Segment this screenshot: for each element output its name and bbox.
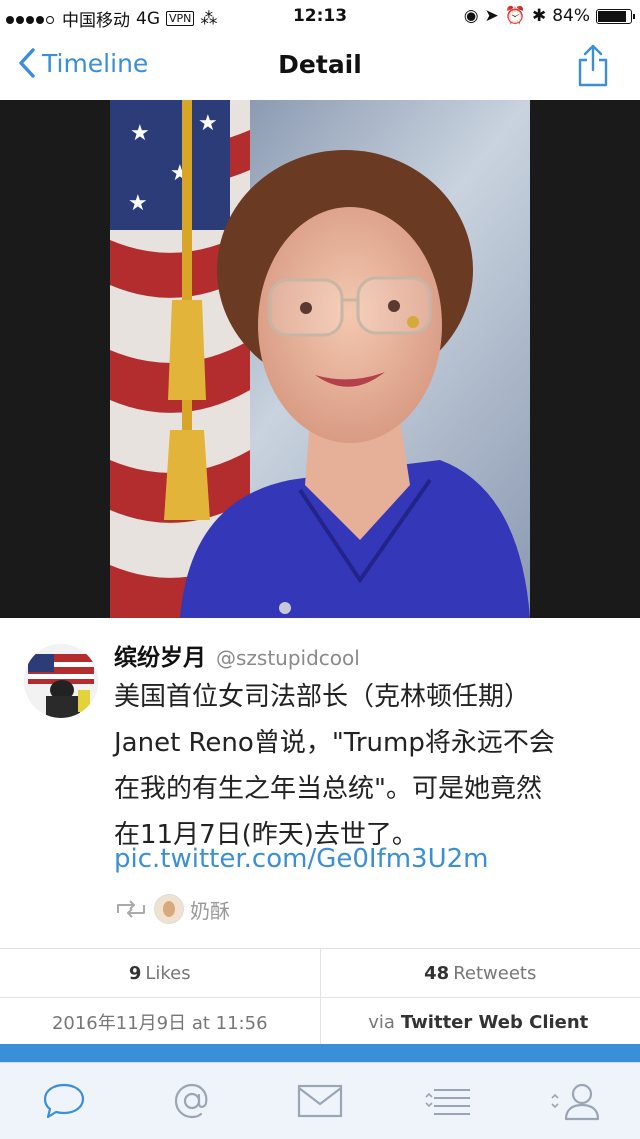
author-avatar[interactable]	[24, 644, 98, 718]
via-prefix: via	[368, 1012, 395, 1033]
navigation-bar: Timeline Detail	[0, 34, 640, 101]
tab-timeline[interactable]	[34, 1071, 94, 1131]
tweet-source: via Twitter Web Client	[320, 998, 640, 1046]
retweeted-by-row[interactable]: 奶酥	[114, 894, 230, 924]
tab-bar	[0, 1062, 640, 1139]
likes-label: Likes	[145, 963, 190, 984]
svg-text:★: ★	[128, 191, 148, 216]
tweet-stats: 9 Likes 48 Retweets 2016年11月9日 at 11:56 …	[0, 948, 640, 1045]
likes-number: 9	[129, 963, 142, 984]
tab-messages[interactable]	[290, 1071, 350, 1131]
tab-mentions[interactable]	[162, 1071, 222, 1131]
share-button[interactable]	[576, 42, 610, 92]
rotation-lock-icon: ◉	[464, 6, 479, 26]
tweet-text-line: 美国首位女司法部长（克林顿任期）	[114, 674, 624, 720]
retweet-icon	[114, 899, 148, 919]
tweet-detail-screen: 中国移动 4G VPN ⁂ 12:13 ◉ ➤ ⏰ ✱ 84% Timeline…	[0, 0, 640, 1138]
alarm-icon: ⏰	[505, 6, 526, 26]
media-viewer: ★ ★ ★ ★	[0, 100, 640, 618]
profile-icon	[550, 1081, 602, 1121]
page-title: Detail	[0, 50, 640, 79]
tab-lists[interactable]	[418, 1071, 478, 1131]
author-handle[interactable]: @szstupidcool	[216, 646, 360, 670]
retweets-number: 48	[424, 963, 449, 984]
retweeter-avatar	[154, 894, 184, 924]
envelope-icon	[297, 1084, 343, 1118]
battery-icon	[596, 9, 632, 24]
author-name[interactable]: 缤纷岁月	[114, 638, 206, 672]
tweet-card: 缤纷岁月 @szstupidcool 美国首位女司法部长（克林顿任期） Jane…	[0, 618, 640, 948]
bluetooth-icon: ✱	[532, 6, 546, 26]
tweet-photo[interactable]: ★ ★ ★ ★	[110, 100, 530, 618]
tweet-media-link[interactable]: pic.twitter.com/Ge0Ifm3U2m	[114, 844, 489, 874]
client-name: Twitter Web Client	[401, 1012, 588, 1033]
action-bar-edge	[0, 1044, 640, 1062]
tweet-text-line: 在我的有生之年当总统"。可是她竟然	[114, 766, 624, 812]
status-bar: 中国移动 4G VPN ⁂ 12:13 ◉ ➤ ⏰ ✱ 84%	[0, 0, 640, 34]
location-icon: ➤	[485, 6, 499, 26]
tweet-text-line: Janet Reno曾说，"Trump将永远不会	[114, 720, 624, 766]
retweets-label: Retweets	[453, 963, 536, 984]
svg-text:★: ★	[198, 111, 218, 136]
likes-count[interactable]: 9 Likes	[0, 949, 320, 997]
tab-profile[interactable]	[546, 1071, 606, 1131]
chat-bubble-icon	[42, 1081, 86, 1121]
svg-text:★: ★	[130, 121, 150, 146]
retweets-count[interactable]: 48 Retweets	[320, 949, 640, 997]
at-icon	[172, 1081, 212, 1121]
list-icon	[424, 1084, 472, 1118]
battery-percent: 84%	[552, 6, 590, 26]
tweet-timestamp: 2016年11月9日 at 11:56	[0, 998, 320, 1046]
share-icon	[576, 42, 610, 88]
retweeter-name: 奶酥	[190, 895, 230, 924]
tweet-text: 美国首位女司法部长（克林顿任期） Janet Reno曾说，"Trump将永远不…	[114, 674, 624, 858]
